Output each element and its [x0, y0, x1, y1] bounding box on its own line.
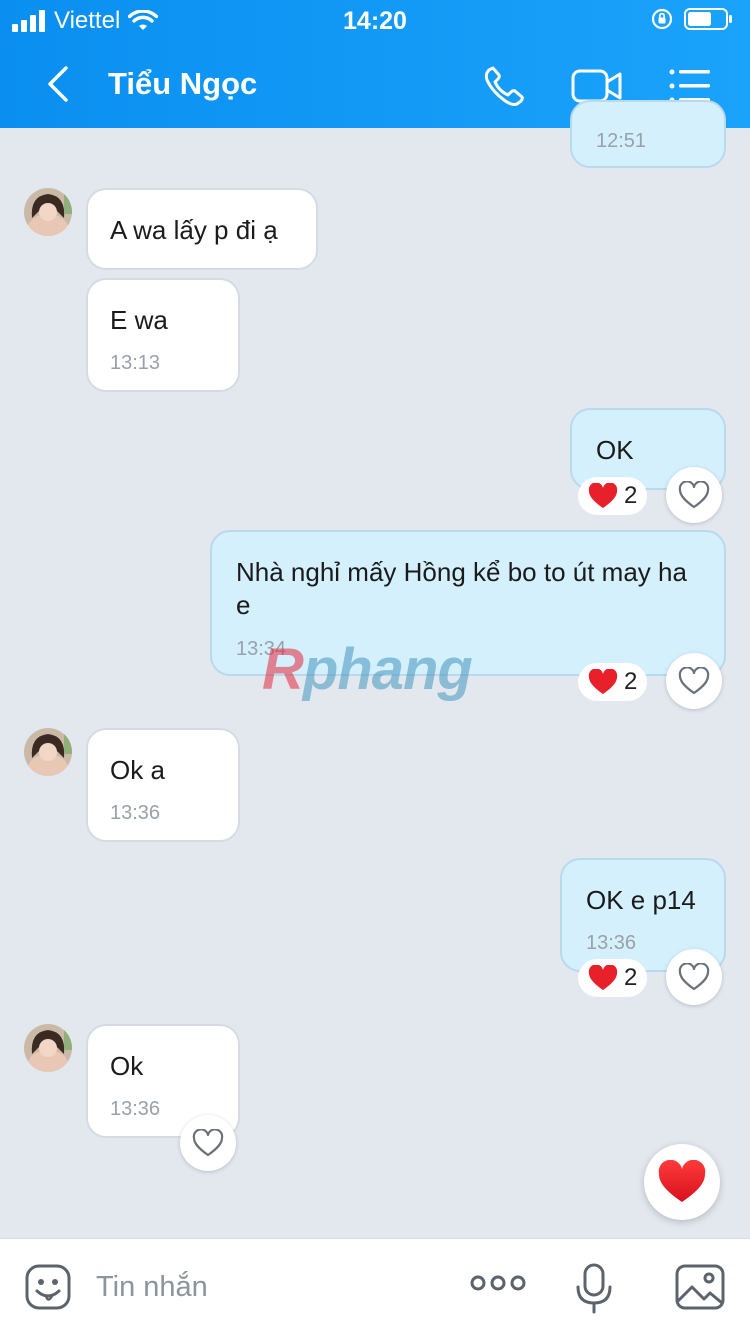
message-input[interactable]: Tin nhắn — [96, 1271, 208, 1304]
reaction-summary[interactable]: 2 — [578, 477, 648, 515]
microphone-icon — [576, 1263, 612, 1314]
message-bubble-incoming[interactable]: A wa lấy p đi ạ — [86, 188, 318, 270]
message-text: E wa — [110, 305, 168, 335]
react-button[interactable] — [666, 467, 722, 523]
react-button[interactable] — [666, 653, 722, 709]
status-right — [650, 7, 734, 31]
message-time: 12:51 — [596, 130, 647, 152]
message-text: Ok — [110, 1051, 144, 1081]
back-button[interactable] — [36, 62, 80, 106]
status-time: 14:20 — [343, 7, 407, 35]
avatar-image — [24, 188, 72, 236]
message-text: OK e p14 — [586, 885, 696, 915]
gallery-button[interactable] — [674, 1263, 726, 1316]
composer-bar: Tin nhắn — [0, 1238, 750, 1334]
reaction-summary[interactable]: 2 — [578, 959, 648, 997]
avatar-image — [24, 1024, 72, 1072]
react-button[interactable] — [180, 1115, 236, 1171]
voice-call-button[interactable] — [480, 62, 532, 110]
reaction-count: 2 — [624, 482, 638, 509]
emoji-icon — [25, 1264, 71, 1310]
rotation-lock-icon — [651, 8, 673, 30]
message-time: 13:36 — [110, 802, 161, 824]
heart-icon — [588, 483, 618, 508]
watermark: Rphang — [262, 637, 473, 702]
message-bubble-incoming[interactable]: Ok a 13:36 — [86, 728, 240, 842]
heart-icon — [588, 669, 618, 694]
contact-name[interactable]: Tiểu Ngọc — [108, 66, 257, 102]
message-bubble-outgoing[interactable]: 12:51 — [570, 100, 726, 168]
heart-outline-icon — [678, 667, 710, 695]
more-dots-icon — [470, 1275, 526, 1291]
avatar[interactable] — [24, 1024, 72, 1072]
avatar-image — [24, 728, 72, 776]
message-time: 13:13 — [110, 352, 161, 374]
phone-icon — [484, 66, 524, 106]
message-text: A wa lấy p đi ạ — [110, 215, 278, 245]
heart-icon — [588, 965, 618, 990]
quick-heart-button[interactable] — [644, 1144, 720, 1220]
message-time: 13:36 — [586, 932, 637, 954]
reaction-summary[interactable]: 2 — [578, 663, 648, 701]
heart-outline-icon — [678, 963, 710, 991]
avatar[interactable] — [24, 728, 72, 776]
message-text: OK — [596, 435, 634, 465]
image-icon — [675, 1264, 725, 1310]
message-text: Nhà nghỉ mấy Hồng kể bo to út may ha e — [236, 557, 687, 620]
status-bar: Viettel 14:20 — [0, 0, 750, 40]
sticker-button[interactable] — [24, 1263, 72, 1316]
reaction-count: 2 — [624, 964, 638, 991]
message-bubble-incoming[interactable]: E wa 13:13 — [86, 278, 240, 392]
avatar[interactable] — [24, 188, 72, 236]
chevron-left-icon — [48, 66, 68, 102]
heart-outline-icon — [678, 481, 710, 509]
message-time: 13:36 — [110, 1098, 161, 1120]
heart-outline-icon — [192, 1129, 224, 1157]
message-text: Ok a — [110, 755, 165, 785]
voice-record-button[interactable] — [574, 1263, 614, 1320]
react-button[interactable] — [666, 949, 722, 1005]
more-options-button[interactable] — [470, 1273, 526, 1298]
reaction-count: 2 — [624, 668, 638, 695]
heart-icon — [658, 1160, 706, 1202]
battery-icon — [684, 8, 732, 30]
